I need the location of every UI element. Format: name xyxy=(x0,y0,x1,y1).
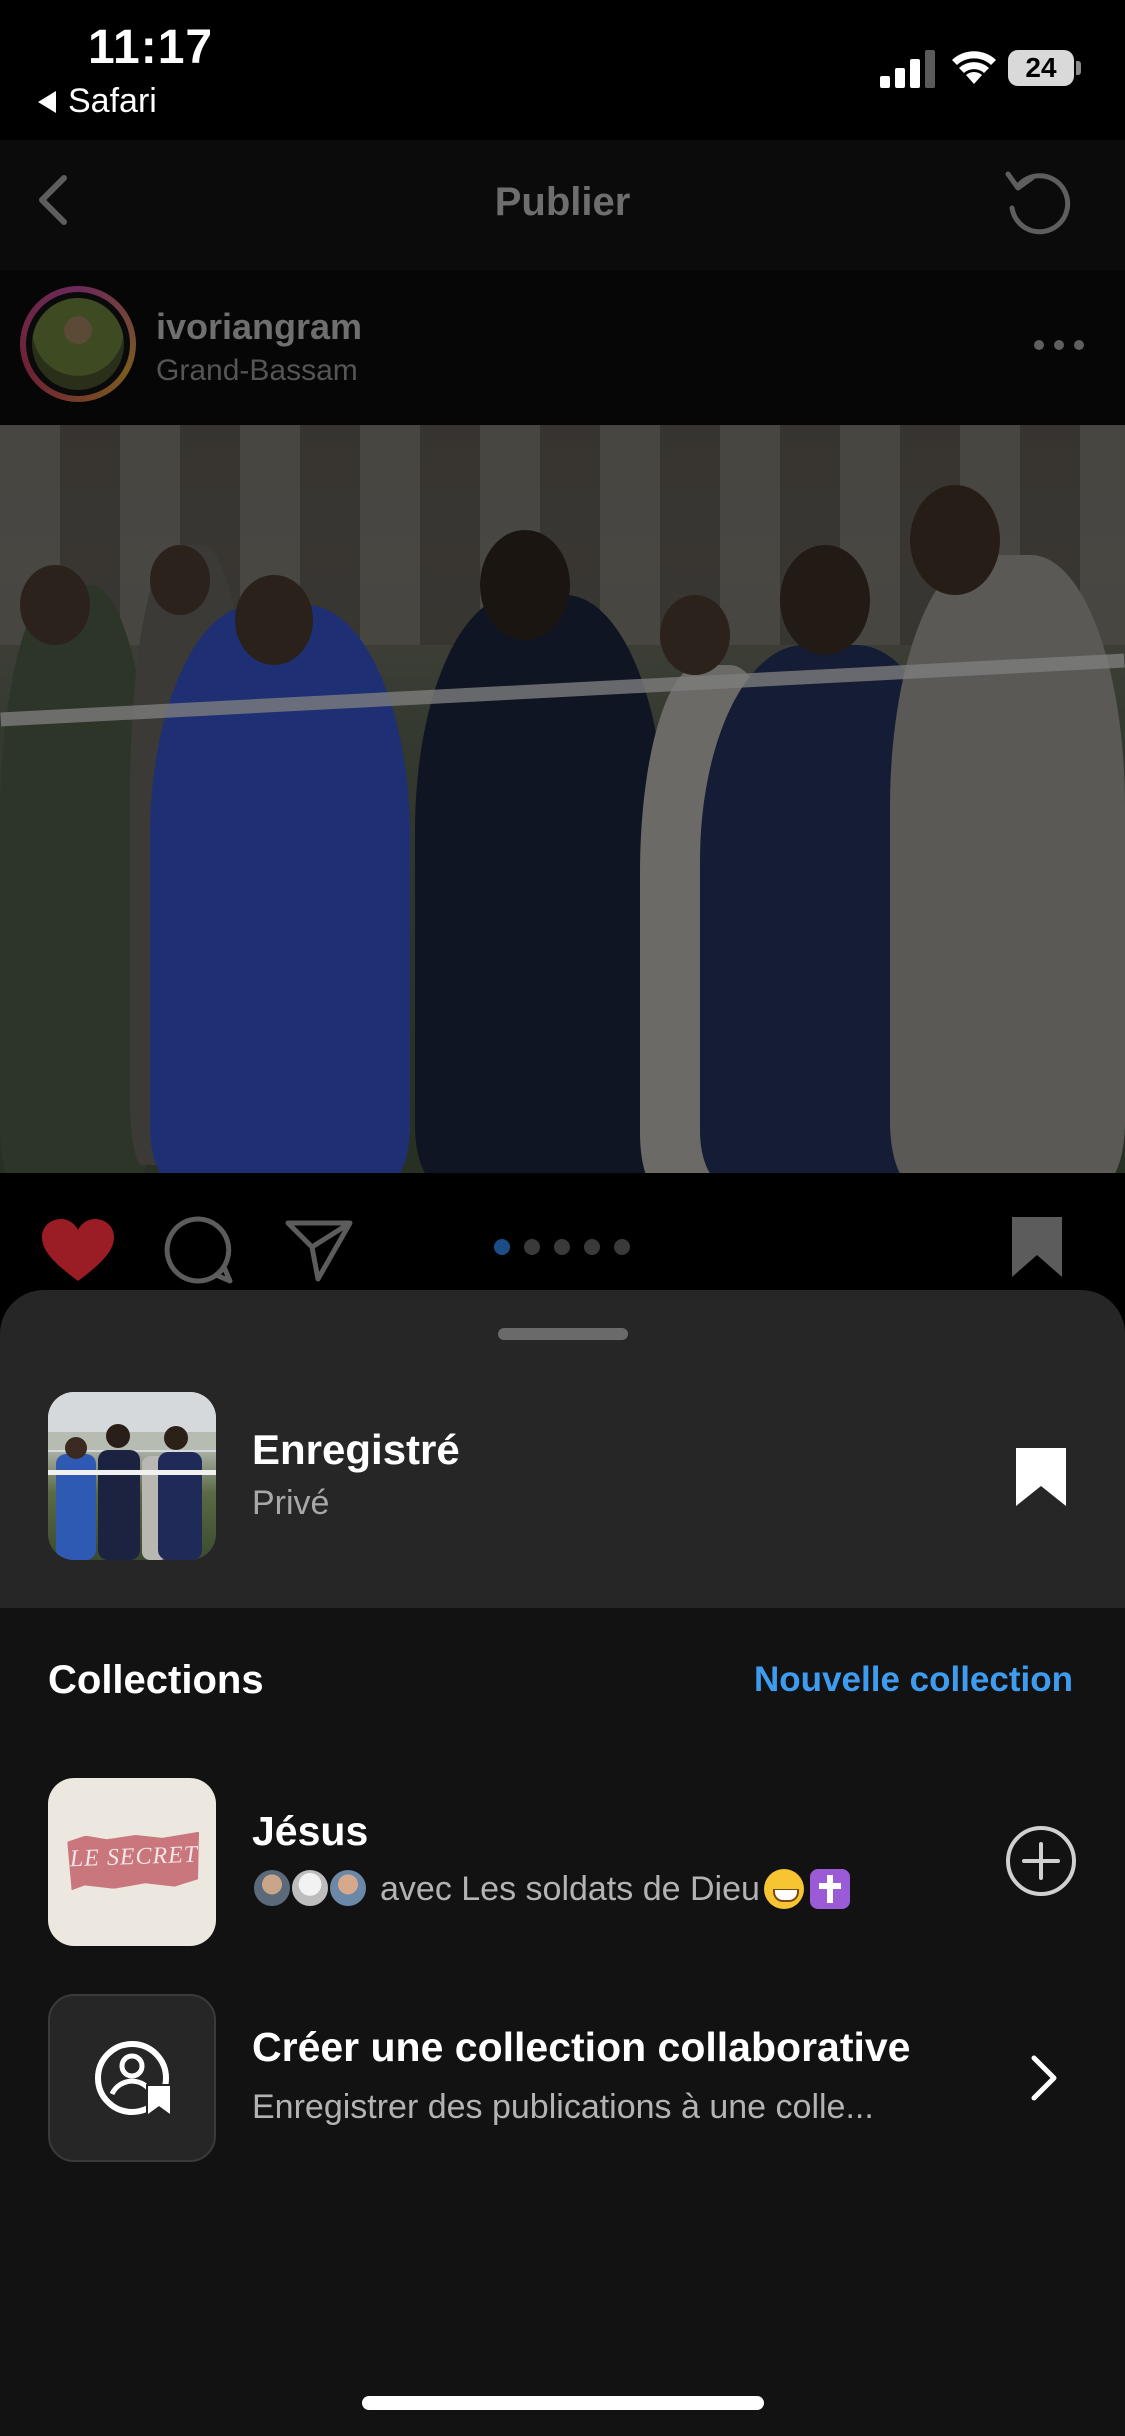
collaborator-avatars xyxy=(252,1868,368,1910)
chevron-right-icon xyxy=(1031,2055,1057,2101)
status-bar: 11:17 Safari 24 xyxy=(0,0,1125,140)
heart-icon[interactable] xyxy=(40,1217,116,1283)
sheet-grabber[interactable] xyxy=(498,1328,628,1340)
collection-meta-text: avec Les soldats de Dieu xyxy=(380,1869,760,1908)
author-avatar[interactable] xyxy=(20,286,136,402)
collection-thumbnail: LE SECRET xyxy=(48,1778,216,1946)
post-username[interactable]: ivoriangram xyxy=(156,306,362,348)
collaborative-collection-icon xyxy=(95,2041,172,2115)
page-title: Publier xyxy=(494,180,631,224)
saved-privacy: Privé xyxy=(252,1484,330,1522)
collection-thumbnail-text: LE SECRET xyxy=(69,1841,199,1873)
new-collection-button[interactable]: Nouvelle collection xyxy=(754,1660,1073,1700)
latin-cross-icon xyxy=(809,1869,850,1909)
saved-post-thumbnail xyxy=(48,1392,216,1560)
collection-name: Jésus xyxy=(252,1808,369,1854)
top-nav-bar: Publier xyxy=(0,140,1125,270)
back-app-label: Safari xyxy=(68,82,157,120)
collaborative-title: Créer une collection collaborative xyxy=(252,2024,911,2070)
save-bottom-sheet: Enregistré Privé Collections Nouvelle co… xyxy=(0,1290,1125,2436)
comment-icon[interactable] xyxy=(164,1215,234,1285)
battery-level: 24 xyxy=(1008,50,1074,86)
post-actions xyxy=(0,1173,1125,1293)
back-to-safari[interactable]: Safari xyxy=(38,82,157,121)
share-icon[interactable] xyxy=(284,1217,354,1283)
post-location[interactable]: Grand-Bassam xyxy=(156,354,358,388)
wifi-icon xyxy=(952,51,996,84)
saved-section: Enregistré Privé xyxy=(0,1290,1125,1608)
post-photo[interactable] xyxy=(0,425,1125,1173)
create-collaborative-collection[interactable]: Créer une collection collaborative Enreg… xyxy=(0,1994,1125,2164)
home-indicator[interactable] xyxy=(362,2396,764,2410)
bookmark-filled-icon[interactable] xyxy=(1014,1446,1068,1508)
post-header: ivoriangram Grand-Bassam xyxy=(0,270,1125,425)
saved-title: Enregistré xyxy=(252,1426,460,1473)
refresh-icon[interactable] xyxy=(1000,164,1076,240)
bookmark-filled-icon[interactable] xyxy=(1010,1215,1064,1279)
collaborative-subtitle: Enregistrer des publications à une colle… xyxy=(252,2088,874,2126)
back-triangle-icon xyxy=(38,90,56,113)
collection-collaborators: avec Les soldats de Dieu xyxy=(252,1868,850,1910)
collection-item[interactable]: LE SECRET Jésus avec Les soldats de Dieu xyxy=(0,1778,1125,1948)
carousel-indicator xyxy=(494,1239,630,1255)
more-options-icon[interactable] xyxy=(1034,340,1084,354)
battery-icon: 24 xyxy=(1008,50,1081,86)
collaborative-thumbnail xyxy=(48,1994,216,2162)
cellular-signal-icon xyxy=(880,50,935,88)
collections-heading: Collections xyxy=(48,1658,264,1702)
status-time: 11:17 xyxy=(88,21,214,74)
grinning-face-icon xyxy=(763,1869,804,1909)
add-circle-icon[interactable] xyxy=(1004,1824,1078,1898)
